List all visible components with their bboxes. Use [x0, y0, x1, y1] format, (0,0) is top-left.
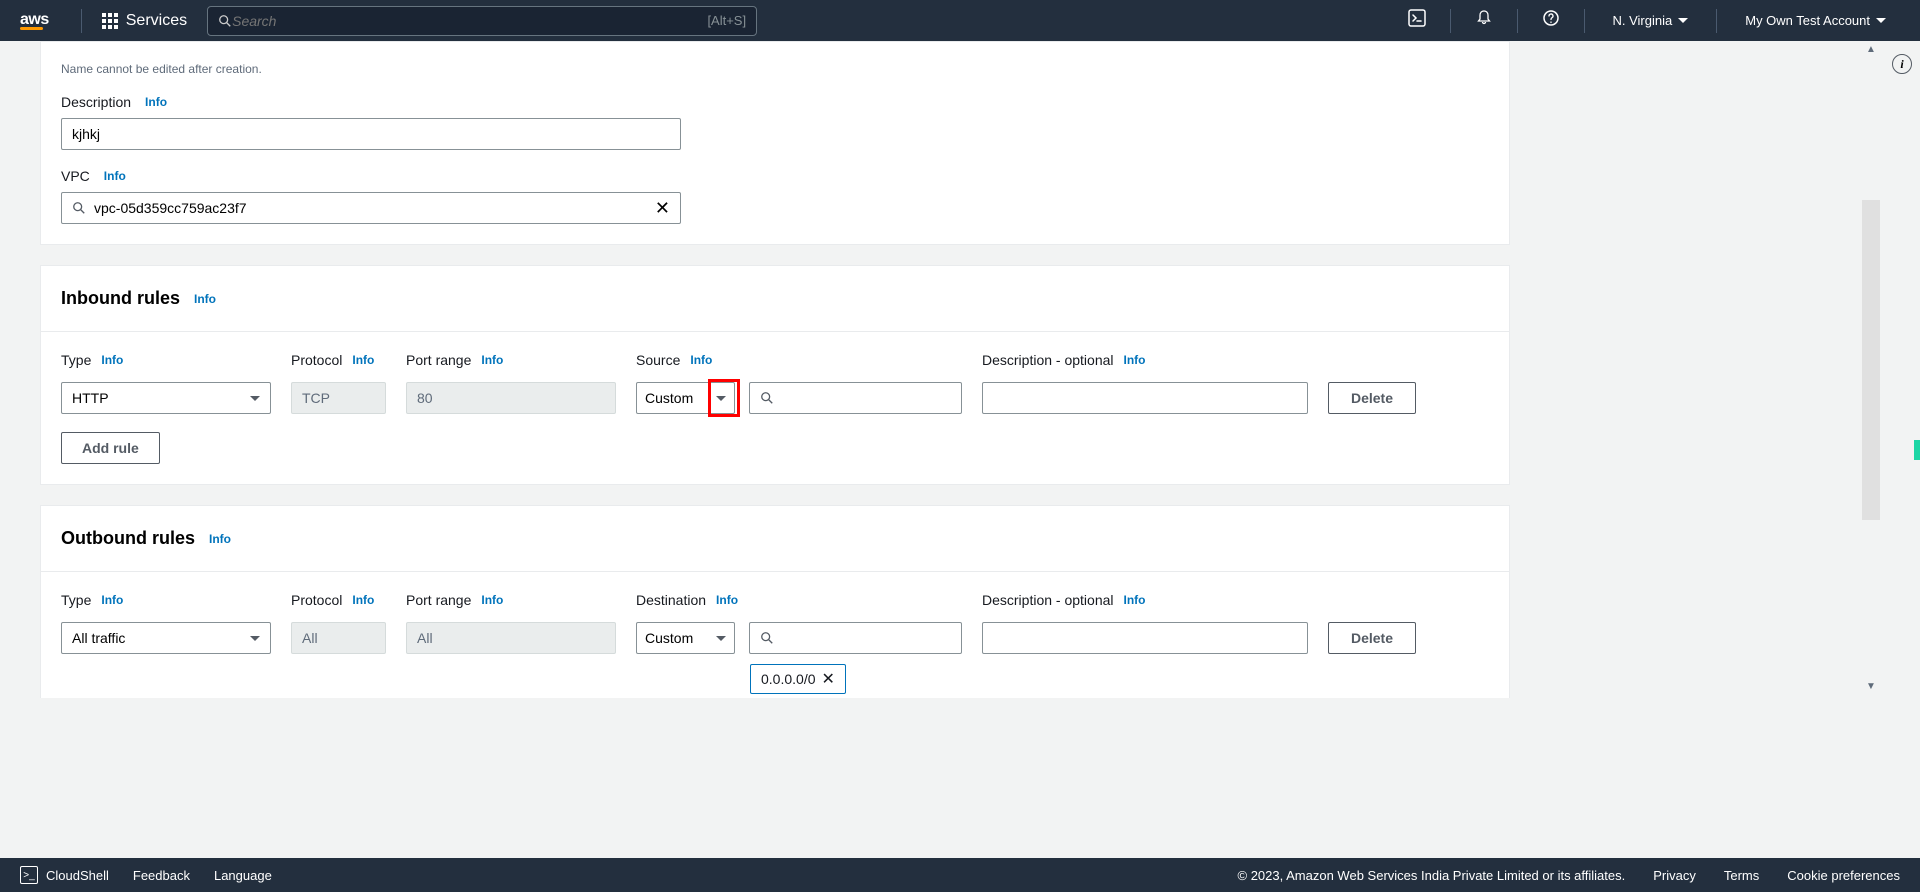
cloudshell-icon[interactable] — [1398, 1, 1436, 40]
col-desc-label: Description - optional — [982, 592, 1114, 608]
scrollbar-thumb[interactable] — [1862, 200, 1880, 520]
inbound-source-search[interactable] — [749, 382, 962, 414]
col-desc-info[interactable]: Info — [1124, 353, 1146, 367]
inbound-port-value: 80 — [406, 382, 616, 414]
outbound-info-link[interactable]: Info — [209, 532, 231, 546]
col-protocol-label: Protocol — [291, 592, 342, 608]
nav-divider — [81, 9, 82, 33]
inbound-description-input[interactable] — [982, 382, 1308, 414]
search-icon — [72, 201, 86, 215]
inbound-delete-button[interactable]: Delete — [1328, 382, 1416, 414]
nav-divider — [1450, 9, 1451, 33]
outbound-destination-search[interactable] — [749, 622, 962, 654]
cloudshell-icon: >_ — [20, 866, 38, 884]
vpc-input-value[interactable] — [94, 200, 647, 216]
account-selector[interactable]: My Own Test Account — [1731, 13, 1900, 28]
inbound-protocol-value: TCP — [291, 382, 386, 414]
main-content: Name cannot be edited after creation. De… — [0, 41, 1920, 698]
outbound-rules-title: Outbound rules — [61, 528, 195, 549]
col-portrange-info[interactable]: Info — [481, 593, 503, 607]
col-type-label: Type — [61, 592, 91, 608]
outbound-type-select[interactable]: All traffic — [61, 622, 271, 654]
clear-icon[interactable]: ✕ — [655, 198, 670, 219]
cidr-chip[interactable]: 0.0.0.0/0 ✕ — [750, 664, 846, 694]
search-icon — [760, 631, 774, 645]
nav-divider — [1584, 9, 1585, 33]
outbound-destination-select[interactable]: Custom — [636, 622, 735, 654]
col-type-label: Type — [61, 352, 91, 368]
outbound-rules-card: Outbound rules Info Type Info Protocol Inf… — [40, 505, 1510, 698]
feedback-tab[interactable] — [1914, 440, 1920, 460]
col-portrange-info[interactable]: Info — [481, 353, 503, 367]
col-portrange-label: Port range — [406, 592, 471, 608]
aws-logo[interactable]: aws — [20, 11, 49, 30]
cloudshell-button[interactable]: >_ CloudShell — [20, 866, 109, 884]
basic-details-card: Name cannot be edited after creation. De… — [40, 41, 1510, 245]
inbound-type-select[interactable]: HTTP — [61, 382, 271, 414]
vpc-select-input[interactable]: ✕ — [61, 192, 681, 224]
search-input[interactable] — [232, 13, 707, 29]
language-link[interactable]: Language — [214, 868, 272, 883]
cookie-link[interactable]: Cookie preferences — [1787, 868, 1900, 883]
chevron-down-icon — [250, 396, 260, 401]
scroll-down-arrow[interactable]: ▼ — [1862, 681, 1880, 692]
description-label: Description — [61, 94, 131, 110]
services-button[interactable]: Services — [96, 6, 193, 36]
chevron-down-icon — [716, 636, 726, 641]
region-selector[interactable]: N. Virginia — [1599, 13, 1703, 28]
terms-link[interactable]: Terms — [1724, 868, 1759, 883]
col-desc-info[interactable]: Info — [1124, 593, 1146, 607]
inbound-source-select[interactable]: Custom — [636, 382, 735, 414]
col-protocol-info[interactable]: Info — [352, 353, 374, 367]
col-type-info[interactable]: Info — [101, 593, 123, 607]
inbound-rules-card: Inbound rules Info Type Info Protocol Info… — [40, 265, 1510, 485]
chevron-down-icon — [716, 396, 726, 401]
search-bar[interactable]: [Alt+S] — [207, 6, 757, 36]
notifications-icon[interactable] — [1465, 1, 1503, 40]
col-protocol-info[interactable]: Info — [352, 593, 374, 607]
info-panel-toggle[interactable]: i — [1892, 54, 1912, 74]
help-icon[interactable] — [1532, 1, 1570, 40]
inbound-add-rule-button[interactable]: Add rule — [61, 432, 160, 464]
description-field-group: Description Info — [61, 94, 1489, 150]
col-destination-info[interactable]: Info — [716, 593, 738, 607]
col-desc-label: Description - optional — [982, 352, 1114, 368]
outbound-delete-button[interactable]: Delete — [1328, 622, 1416, 654]
vpc-field-group: VPC Info ✕ — [61, 168, 1489, 224]
privacy-link[interactable]: Privacy — [1653, 868, 1696, 883]
copyright-text: © 2023, Amazon Web Services India Privat… — [1238, 868, 1626, 883]
col-source-label: Source — [636, 352, 680, 368]
outbound-description-input[interactable] — [982, 622, 1308, 654]
services-label: Services — [126, 12, 187, 30]
col-protocol-label: Protocol — [291, 352, 342, 368]
chevron-down-icon — [250, 636, 260, 641]
search-icon — [218, 14, 232, 28]
col-type-info[interactable]: Info — [101, 353, 123, 367]
feedback-link[interactable]: Feedback — [133, 868, 190, 883]
search-shortcut: [Alt+S] — [707, 13, 746, 28]
vpc-info-link[interactable]: Info — [104, 169, 126, 183]
inbound-info-link[interactable]: Info — [194, 292, 216, 306]
col-source-info[interactable]: Info — [690, 353, 712, 367]
nav-divider — [1517, 9, 1518, 33]
inbound-rules-title: Inbound rules — [61, 288, 180, 309]
close-icon[interactable]: ✕ — [822, 669, 835, 689]
search-icon — [760, 391, 774, 405]
vpc-label: VPC — [61, 168, 90, 184]
outbound-protocol-value: All — [291, 622, 386, 654]
grid-icon — [102, 13, 118, 29]
description-info-link[interactable]: Info — [145, 95, 167, 109]
nav-divider — [1716, 9, 1717, 33]
outbound-port-value: All — [406, 622, 616, 654]
description-input[interactable] — [61, 118, 681, 150]
top-nav: aws Services [Alt+S] N. Virginia My Own … — [0, 0, 1920, 41]
col-destination-label: Destination — [636, 592, 706, 608]
name-helper-text: Name cannot be edited after creation. — [61, 62, 1489, 76]
col-portrange-label: Port range — [406, 352, 471, 368]
scroll-up-arrow[interactable]: ▲ — [1862, 44, 1880, 55]
footer: >_ CloudShell Feedback Language © 2023, … — [0, 858, 1920, 892]
